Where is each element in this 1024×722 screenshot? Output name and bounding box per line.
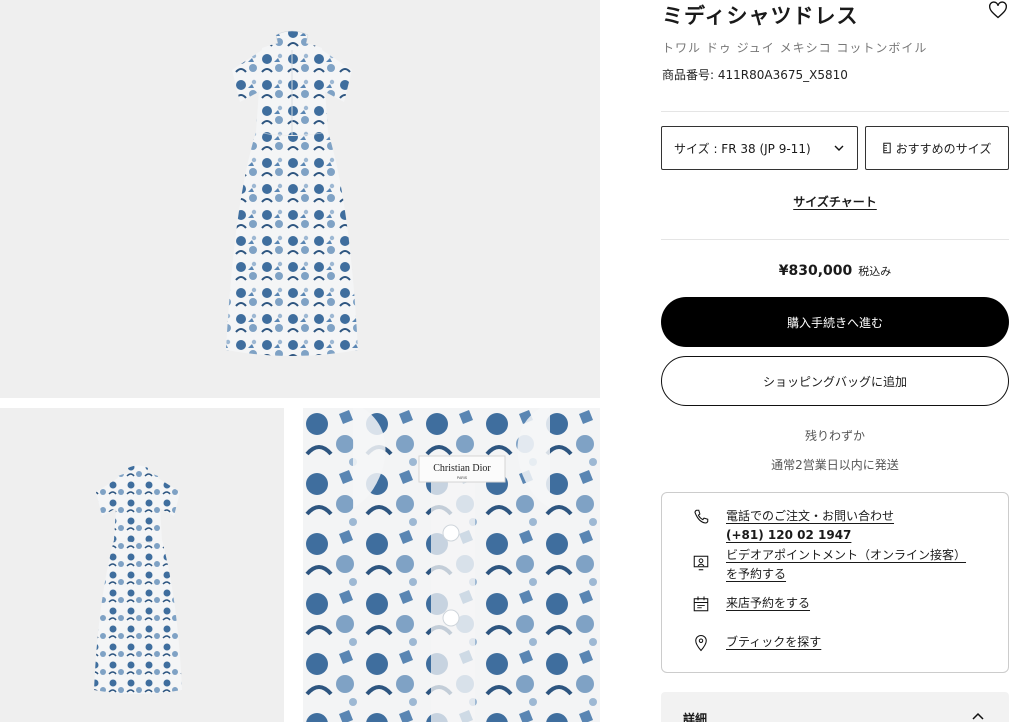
phone-icon bbox=[694, 509, 709, 524]
recommended-size-label: おすすめのサイズ bbox=[895, 141, 992, 156]
contact-phone-row: 電話でのご注文・お問い合わせ (+81) 120 02 1947 bbox=[692, 507, 894, 545]
tax-note: 税込み bbox=[858, 265, 892, 278]
contact-video-row: ビデオアポイントメント（オンライン接客） を予約する bbox=[692, 546, 966, 584]
divider bbox=[661, 111, 1009, 112]
chevron-down-icon bbox=[834, 145, 844, 151]
size-select-value: サイズ : FR 38 (JP 9-11) bbox=[674, 141, 811, 156]
brand-label-text: Christian Dior bbox=[433, 463, 491, 474]
video-appointment-link-cont[interactable]: を予約する bbox=[726, 565, 966, 584]
shipping-note: 通常2営業日以内に発送 bbox=[771, 458, 899, 472]
details-label: 詳細 bbox=[683, 712, 708, 722]
contact-boutique-row: ブティックを探す bbox=[692, 633, 821, 652]
find-boutique-link[interactable]: ブティックを探す bbox=[726, 633, 821, 652]
collar-closeup-image: Christian Dior PARIS bbox=[303, 408, 600, 722]
size-chart-link[interactable]: サイズチャート bbox=[793, 195, 877, 209]
phone-order-link[interactable]: 電話でのご注文・お問い合わせ bbox=[726, 507, 894, 526]
add-to-bag-button[interactable]: ショッピングバッグに追加 bbox=[661, 356, 1009, 406]
wishlist-button[interactable] bbox=[988, 0, 1008, 20]
dress-angle-image bbox=[94, 465, 182, 694]
product-subtitle: トワル ドゥ ジュイ メキシコ コットンボイル bbox=[662, 41, 928, 55]
checkout-button[interactable]: 購入手続きへ進む bbox=[661, 297, 1009, 347]
product-reference: 商品番号: 411R80A3675_X5810 bbox=[662, 68, 848, 82]
location-pin-icon bbox=[695, 635, 707, 652]
heart-icon bbox=[989, 1, 1007, 19]
calendar-icon bbox=[693, 596, 709, 612]
video-appointment-link[interactable]: ビデオアポイントメント（オンライン接客） bbox=[726, 546, 966, 565]
checkout-button-label: 購入手続きへ進む bbox=[786, 315, 883, 330]
ruler-icon bbox=[882, 142, 891, 154]
product-image-main[interactable] bbox=[0, 0, 600, 398]
recommended-size-button[interactable]: おすすめのサイズ bbox=[865, 126, 1009, 170]
price: ¥830,000 bbox=[778, 263, 853, 279]
product-title: ミディシャツドレス bbox=[662, 4, 859, 28]
contact-store-row: 来店予約をする bbox=[692, 594, 810, 613]
phone-number-link[interactable]: (+81) 120 02 1947 bbox=[726, 526, 894, 545]
contact-box: 電話でのご注文・お問い合わせ (+81) 120 02 1947 ビデオアポイン… bbox=[661, 492, 1009, 673]
video-call-icon bbox=[693, 555, 709, 571]
dress-front-image bbox=[226, 30, 358, 356]
size-chart-row: サイズチャート bbox=[661, 193, 1009, 210]
product-image-detail[interactable]: Christian Dior PARIS bbox=[303, 408, 600, 722]
size-select[interactable]: サイズ : FR 38 (JP 9-11) bbox=[661, 126, 858, 170]
price-row: ¥830,000 税込み bbox=[661, 260, 1009, 279]
stock-status: 残りわずか bbox=[804, 429, 865, 443]
divider bbox=[661, 239, 1009, 240]
store-reservation-link[interactable]: 来店予約をする bbox=[726, 594, 810, 613]
add-to-bag-button-label: ショッピングバッグに追加 bbox=[762, 374, 907, 389]
product-image-side[interactable] bbox=[0, 408, 284, 722]
brand-label-city: PARIS bbox=[457, 476, 468, 480]
details-accordion[interactable]: 詳細 bbox=[661, 692, 1009, 722]
chevron-up-icon bbox=[972, 712, 984, 720]
